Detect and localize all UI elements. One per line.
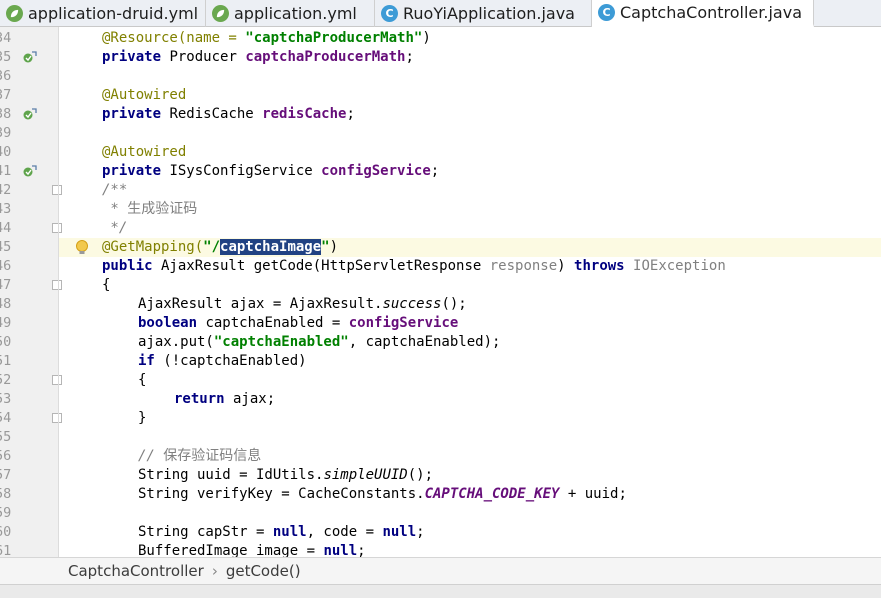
line-number: 57 bbox=[0, 467, 12, 483]
code-line: String capStr = null, code = null; bbox=[138, 524, 425, 540]
intention-bulb-icon[interactable] bbox=[74, 239, 90, 256]
line-number: 41 bbox=[0, 163, 12, 179]
editor-tab-bar: application-druid.yml application.yml C … bbox=[0, 0, 881, 27]
code-line: /** bbox=[102, 182, 128, 198]
line-number: 55 bbox=[0, 429, 12, 445]
code-line: */ bbox=[102, 220, 128, 236]
line-number: 53 bbox=[0, 391, 12, 407]
code-line: // 保存验证码信息 bbox=[138, 448, 262, 464]
breadcrumb: CaptchaController › getCode() bbox=[0, 557, 881, 584]
code-line: if (!captchaEnabled) bbox=[138, 353, 307, 369]
line-number: 56 bbox=[0, 448, 12, 464]
java-class-icon: C bbox=[381, 5, 398, 22]
line-number: 46 bbox=[0, 258, 12, 274]
breadcrumb-separator: › bbox=[211, 562, 218, 580]
tab-label: application-druid.yml bbox=[28, 4, 199, 23]
spring-leaf-icon bbox=[6, 5, 23, 22]
line-number: 51 bbox=[0, 353, 12, 369]
code-line: private Producer captchaProducerMath; bbox=[102, 49, 414, 65]
code-line: BufferedImage image = null; bbox=[138, 543, 366, 557]
code-line: boolean captchaEnabled = configService bbox=[138, 315, 459, 331]
status-bar bbox=[0, 584, 881, 598]
code-line: return ajax; bbox=[174, 391, 276, 407]
line-number: 38 bbox=[0, 106, 12, 122]
line-number: 48 bbox=[0, 296, 12, 312]
line-number: 49 bbox=[0, 315, 12, 331]
breadcrumb-method[interactable]: getCode() bbox=[226, 562, 301, 580]
breadcrumb-class[interactable]: CaptchaController bbox=[68, 562, 204, 580]
tab-ruoyiapplication-java[interactable]: C RuoYiApplication.java bbox=[375, 0, 592, 27]
code-line: { bbox=[102, 277, 111, 293]
code-line: * 生成验证码 bbox=[102, 201, 198, 217]
code-line: } bbox=[138, 410, 147, 426]
line-number: 54 bbox=[0, 410, 12, 426]
tab-label: CaptchaController.java bbox=[620, 2, 802, 22]
bean-navigation-icon[interactable] bbox=[22, 165, 37, 178]
code-line: private RedisCache redisCache; bbox=[102, 106, 355, 122]
tab-label: RuoYiApplication.java bbox=[403, 4, 575, 23]
line-number: 44 bbox=[0, 220, 12, 236]
code-line: ajax.put("captchaEnabled", captchaEnable… bbox=[138, 334, 501, 350]
bean-navigation-icon[interactable] bbox=[22, 108, 37, 121]
line-number: 60 bbox=[0, 524, 12, 540]
code-line: @Autowired bbox=[102, 144, 187, 160]
line-number: 58 bbox=[0, 486, 12, 502]
tab-label: application.yml bbox=[234, 4, 357, 23]
java-class-icon: C bbox=[598, 3, 615, 21]
bean-navigation-icon[interactable] bbox=[22, 51, 37, 64]
tab-captchacontroller-java[interactable]: C CaptchaController.java bbox=[592, 0, 814, 27]
line-number: 45 bbox=[0, 239, 12, 255]
line-number: 52 bbox=[0, 372, 12, 388]
editor-gutter[interactable]: 34 35 36 37 38 39 40 41 42 43 44 45 46 4… bbox=[0, 27, 62, 559]
code-editor[interactable]: @Resource(name = "captchaProducerMath") … bbox=[59, 27, 881, 557]
spring-leaf-icon bbox=[212, 5, 229, 22]
line-number: 42 bbox=[0, 182, 12, 198]
code-line-current: @GetMapping("/captchaImage") bbox=[59, 238, 881, 257]
tab-application-yml[interactable]: application.yml bbox=[206, 0, 375, 27]
line-number: 50 bbox=[0, 334, 12, 350]
code-line: String verifyKey = CacheConstants.CAPTCH… bbox=[138, 486, 627, 502]
line-number: 47 bbox=[0, 277, 12, 293]
tab-application-druid-yml[interactable]: application-druid.yml bbox=[0, 0, 206, 27]
line-number: 36 bbox=[0, 68, 12, 84]
line-number: 37 bbox=[0, 87, 12, 103]
code-line: AjaxResult ajax = AjaxResult.success(); bbox=[138, 296, 467, 312]
code-line: String uuid = IdUtils.simpleUUID(); bbox=[138, 467, 434, 483]
line-number: 39 bbox=[0, 125, 12, 141]
code-line: @Resource(name = "captchaProducerMath") bbox=[102, 30, 431, 46]
line-number: 40 bbox=[0, 144, 12, 160]
code-line: private ISysConfigService configService; bbox=[102, 163, 440, 179]
line-number: 35 bbox=[0, 49, 12, 65]
line-number: 59 bbox=[0, 505, 12, 521]
line-number: 34 bbox=[0, 30, 12, 46]
line-number: 43 bbox=[0, 201, 12, 217]
code-line: public AjaxResult getCode(HttpServletRes… bbox=[102, 258, 726, 274]
code-line: { bbox=[138, 372, 147, 388]
selected-text: captchaImage bbox=[220, 239, 322, 255]
code-line: @Autowired bbox=[102, 87, 187, 103]
